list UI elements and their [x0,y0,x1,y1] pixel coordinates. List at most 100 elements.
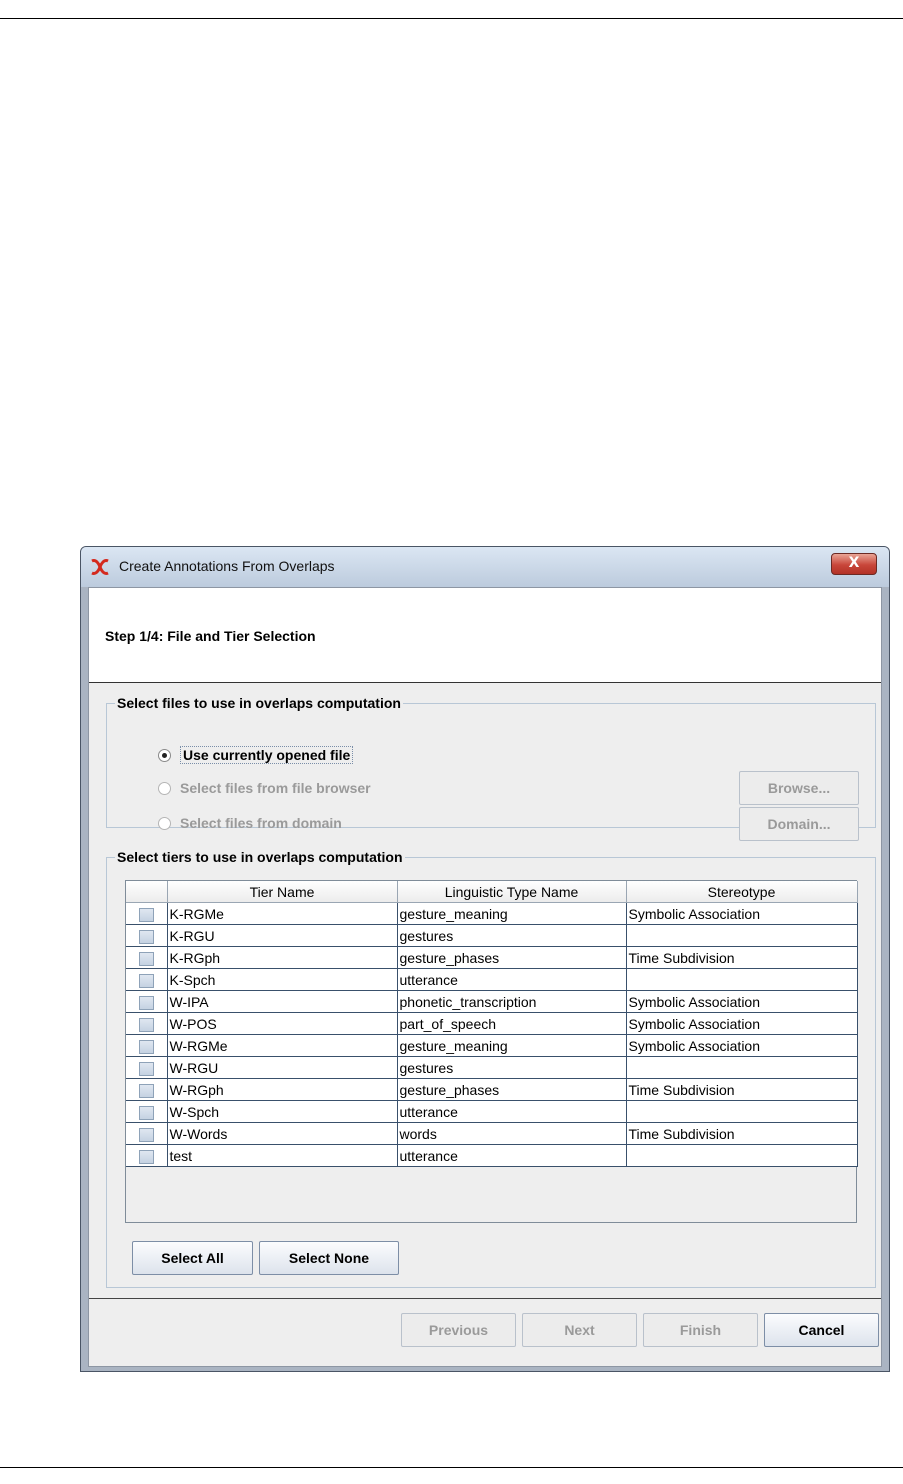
stereotype-cell: Time Subdivision [625,946,858,969]
row-select-cell[interactable] [126,946,168,969]
radio-file-browser[interactable]: Select files from file browser [158,780,371,796]
linguistic-type-cell: gesture_phases [396,946,627,969]
table-row[interactable]: test utterance [126,1144,858,1167]
stereotype-cell [625,924,858,947]
row-checkbox[interactable] [138,995,154,1010]
linguistic-type-cell: words [396,1122,627,1145]
close-button[interactable]: X [831,553,877,575]
table-row[interactable]: W-RGMe gesture_meaning Symbolic Associatio… [126,1034,858,1057]
select-all-button[interactable]: Select All [132,1241,253,1275]
cancel-button[interactable]: Cancel [764,1313,879,1347]
table-header-row: Tier Name Linguistic Type Name Stereotyp… [126,881,858,903]
linguistic-type-cell: part_of_speech [396,1012,627,1035]
row-select-cell[interactable] [126,1144,168,1167]
table-row[interactable]: W-Words words Time Subdivision [126,1122,858,1145]
row-select-cell[interactable] [126,1034,168,1057]
dialog-window: Create Annotations From Overlaps X Step … [80,546,890,1372]
row-checkbox[interactable] [138,951,154,966]
linguistic-type-cell: gesture_meaning [396,902,627,925]
tier-name-cell: W-Words [166,1122,398,1145]
stereotype-cell [625,968,858,991]
row-checkbox[interactable] [138,1083,154,1098]
table-row[interactable]: W-RGph gesture_phases Time Subdivision [126,1078,858,1101]
row-checkbox[interactable] [138,1105,154,1120]
row-checkbox[interactable] [138,1149,154,1164]
radio-domain[interactable]: Select files from domain [158,815,342,831]
row-select-cell[interactable] [126,1122,168,1145]
radio-label: Use currently opened file [180,746,354,764]
files-group-legend: Select files to use in overlaps computat… [115,695,403,711]
radio-use-current-file[interactable]: Use currently opened file [158,746,354,764]
stereotype-cell [625,1144,858,1167]
table-row[interactable]: W-POS part_of_speech Symbolic Association [126,1012,858,1035]
row-checkbox[interactable] [138,1061,154,1076]
row-select-cell[interactable] [126,1012,168,1035]
table-row[interactable]: K-RGU gestures [126,924,858,947]
footer-separator [89,1298,881,1299]
row-select-cell[interactable] [126,902,168,925]
next-button[interactable]: Next [522,1313,637,1347]
row-select-cell[interactable] [126,1100,168,1123]
tiers-selection-group: Select tiers to use in overlaps computat… [106,849,876,1288]
stereotype-cell: Time Subdivision [625,1122,858,1145]
column-header-linguistic-type[interactable]: Linguistic Type Name [397,881,627,903]
tier-name-cell: W-IPA [166,990,398,1013]
table-row[interactable]: W-Spch utterance [126,1100,858,1123]
domain-button[interactable]: Domain... [739,807,859,841]
step-header: Step 1/4: File and Tier Selection [89,588,881,683]
linguistic-type-cell: gesture_phases [396,1078,627,1101]
browse-button[interactable]: Browse... [739,771,859,805]
linguistic-type-cell: gestures [396,1056,627,1079]
row-checkbox[interactable] [138,929,154,944]
radio-button-icon[interactable] [158,781,171,795]
column-header-select[interactable] [126,881,168,903]
finish-button[interactable]: Finish [643,1313,758,1347]
row-checkbox[interactable] [138,1039,154,1054]
linguistic-type-cell: phonetic_transcription [396,990,627,1013]
linguistic-type-cell: utterance [396,1144,627,1167]
stereotype-cell: Symbolic Association [625,1034,858,1057]
table-row[interactable]: W-IPA phonetic_transcription Symbolic Asso… [126,990,858,1013]
dialog-content: Step 1/4: File and Tier Selection Select… [88,587,882,1367]
row-checkbox[interactable] [138,973,154,988]
tier-name-cell: W-RGMe [166,1034,398,1057]
radio-button-icon[interactable] [158,816,171,830]
tier-name-cell: W-Spch [166,1100,398,1123]
row-select-cell[interactable] [126,968,168,991]
linguistic-type-cell: utterance [396,1100,627,1123]
files-selection-group: Select files to use in overlaps computat… [106,695,876,841]
radio-label: Select files from file browser [180,780,371,796]
linguistic-type-cell: utterance [396,968,627,991]
stereotype-cell [625,1056,858,1079]
row-checkbox[interactable] [138,1017,154,1032]
tier-name-cell: K-Spch [166,968,398,991]
table-row[interactable]: W-RGU gestures [126,1056,858,1079]
stereotype-cell: Symbolic Association [625,1012,858,1035]
tier-name-cell: W-RGph [166,1078,398,1101]
window-title: Create Annotations From Overlaps [119,558,335,574]
select-none-button[interactable]: Select None [259,1241,399,1275]
row-select-cell[interactable] [126,924,168,947]
row-checkbox[interactable] [138,907,154,922]
table-row[interactable]: K-RGph gesture_phases Time Subdivision [126,946,858,969]
row-select-cell[interactable] [126,990,168,1013]
close-icon: X [848,555,860,571]
column-header-tier-name[interactable]: Tier Name [167,881,398,903]
title-bar[interactable]: Create Annotations From Overlaps X [81,547,889,587]
page-top-rule [0,18,903,19]
table-row[interactable]: K-Spch utterance [126,968,858,991]
column-header-stereotype[interactable]: Stereotype [626,881,858,903]
stereotype-cell: Symbolic Association [625,902,858,925]
previous-button[interactable]: Previous [401,1313,516,1347]
table-row[interactable]: K-RGMe gesture_meaning Symbolic Associatio… [126,902,858,925]
radio-button-icon[interactable] [158,748,171,762]
row-select-cell[interactable] [126,1056,168,1079]
row-select-cell[interactable] [126,1078,168,1101]
tier-name-cell: test [166,1144,398,1167]
tiers-group-legend: Select tiers to use in overlaps computat… [115,849,405,865]
row-checkbox[interactable] [138,1127,154,1142]
tier-table-scrollpane[interactable]: Tier Name Linguistic Type Name Stereotyp… [125,880,858,1223]
stereotype-cell [625,1100,858,1123]
radio-label: Select files from domain [180,815,342,831]
page-bottom-rule [0,1467,903,1468]
